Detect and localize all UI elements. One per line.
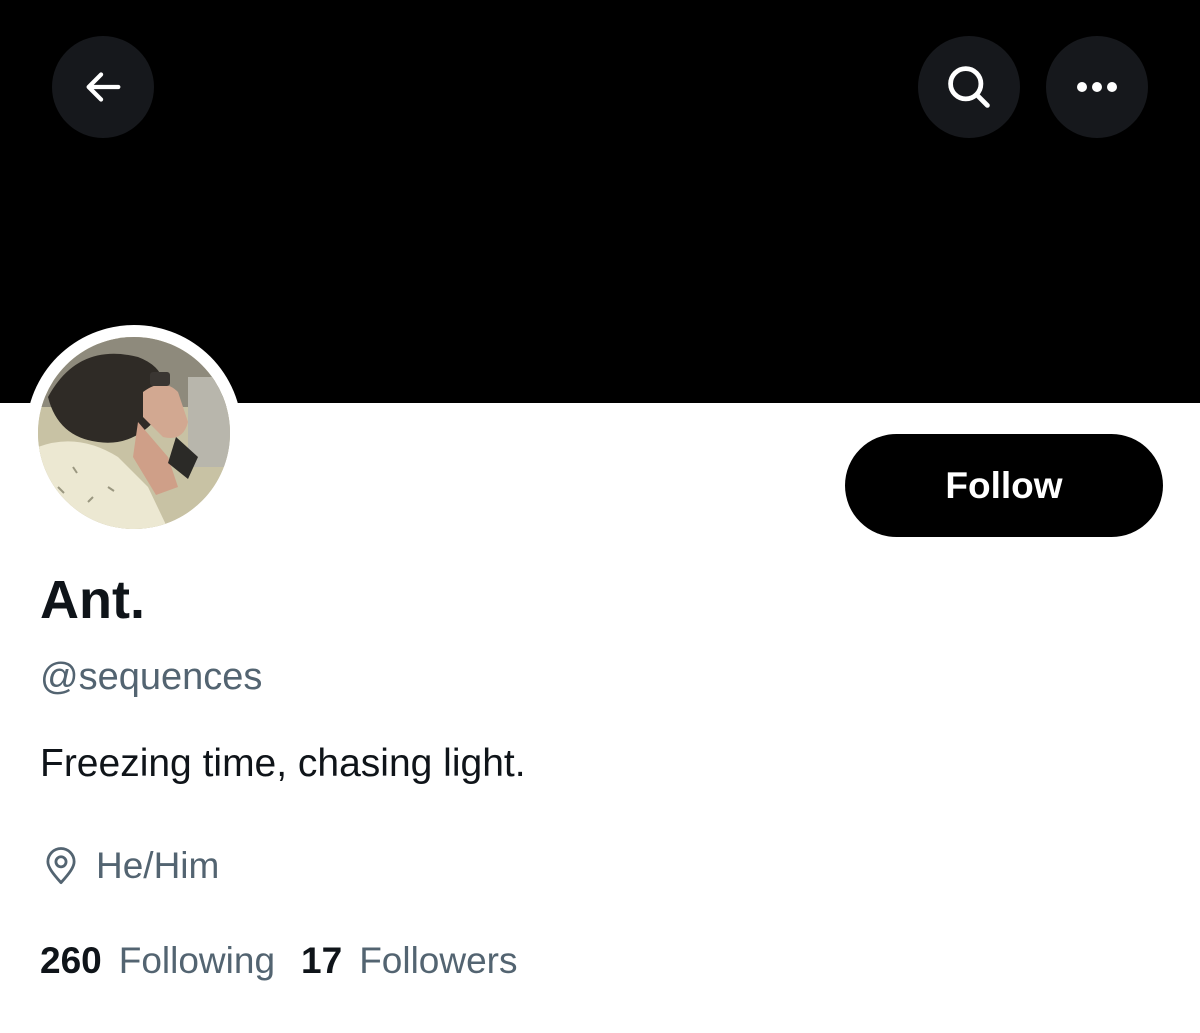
location-pin-icon [46, 847, 76, 885]
display-name: Ant. [40, 570, 145, 630]
avatar-image [38, 337, 230, 529]
following-count: 260 [40, 940, 102, 981]
profile-stats: 260 Following 17 Followers [40, 937, 544, 985]
profile-bio: Freezing time, chasing light. [40, 742, 526, 785]
more-options-button[interactable] [1046, 36, 1148, 138]
follow-button[interactable]: Follow [845, 434, 1163, 537]
arrow-left-icon [86, 72, 121, 102]
more-horizontal-icon [1077, 82, 1117, 92]
profile-location: He/Him [40, 842, 219, 890]
followers-link[interactable]: 17 Followers [301, 937, 517, 985]
following-label: Following [118, 940, 276, 981]
following-link[interactable]: 260 Following [40, 937, 275, 985]
location-text: He/Him [96, 845, 220, 886]
back-button[interactable] [52, 36, 154, 138]
followers-label: Followers [359, 940, 518, 981]
username-handle: @sequences [40, 656, 263, 698]
search-button[interactable] [918, 36, 1020, 138]
search-icon [948, 66, 990, 108]
avatar[interactable] [26, 325, 242, 541]
followers-count: 17 [301, 940, 343, 981]
